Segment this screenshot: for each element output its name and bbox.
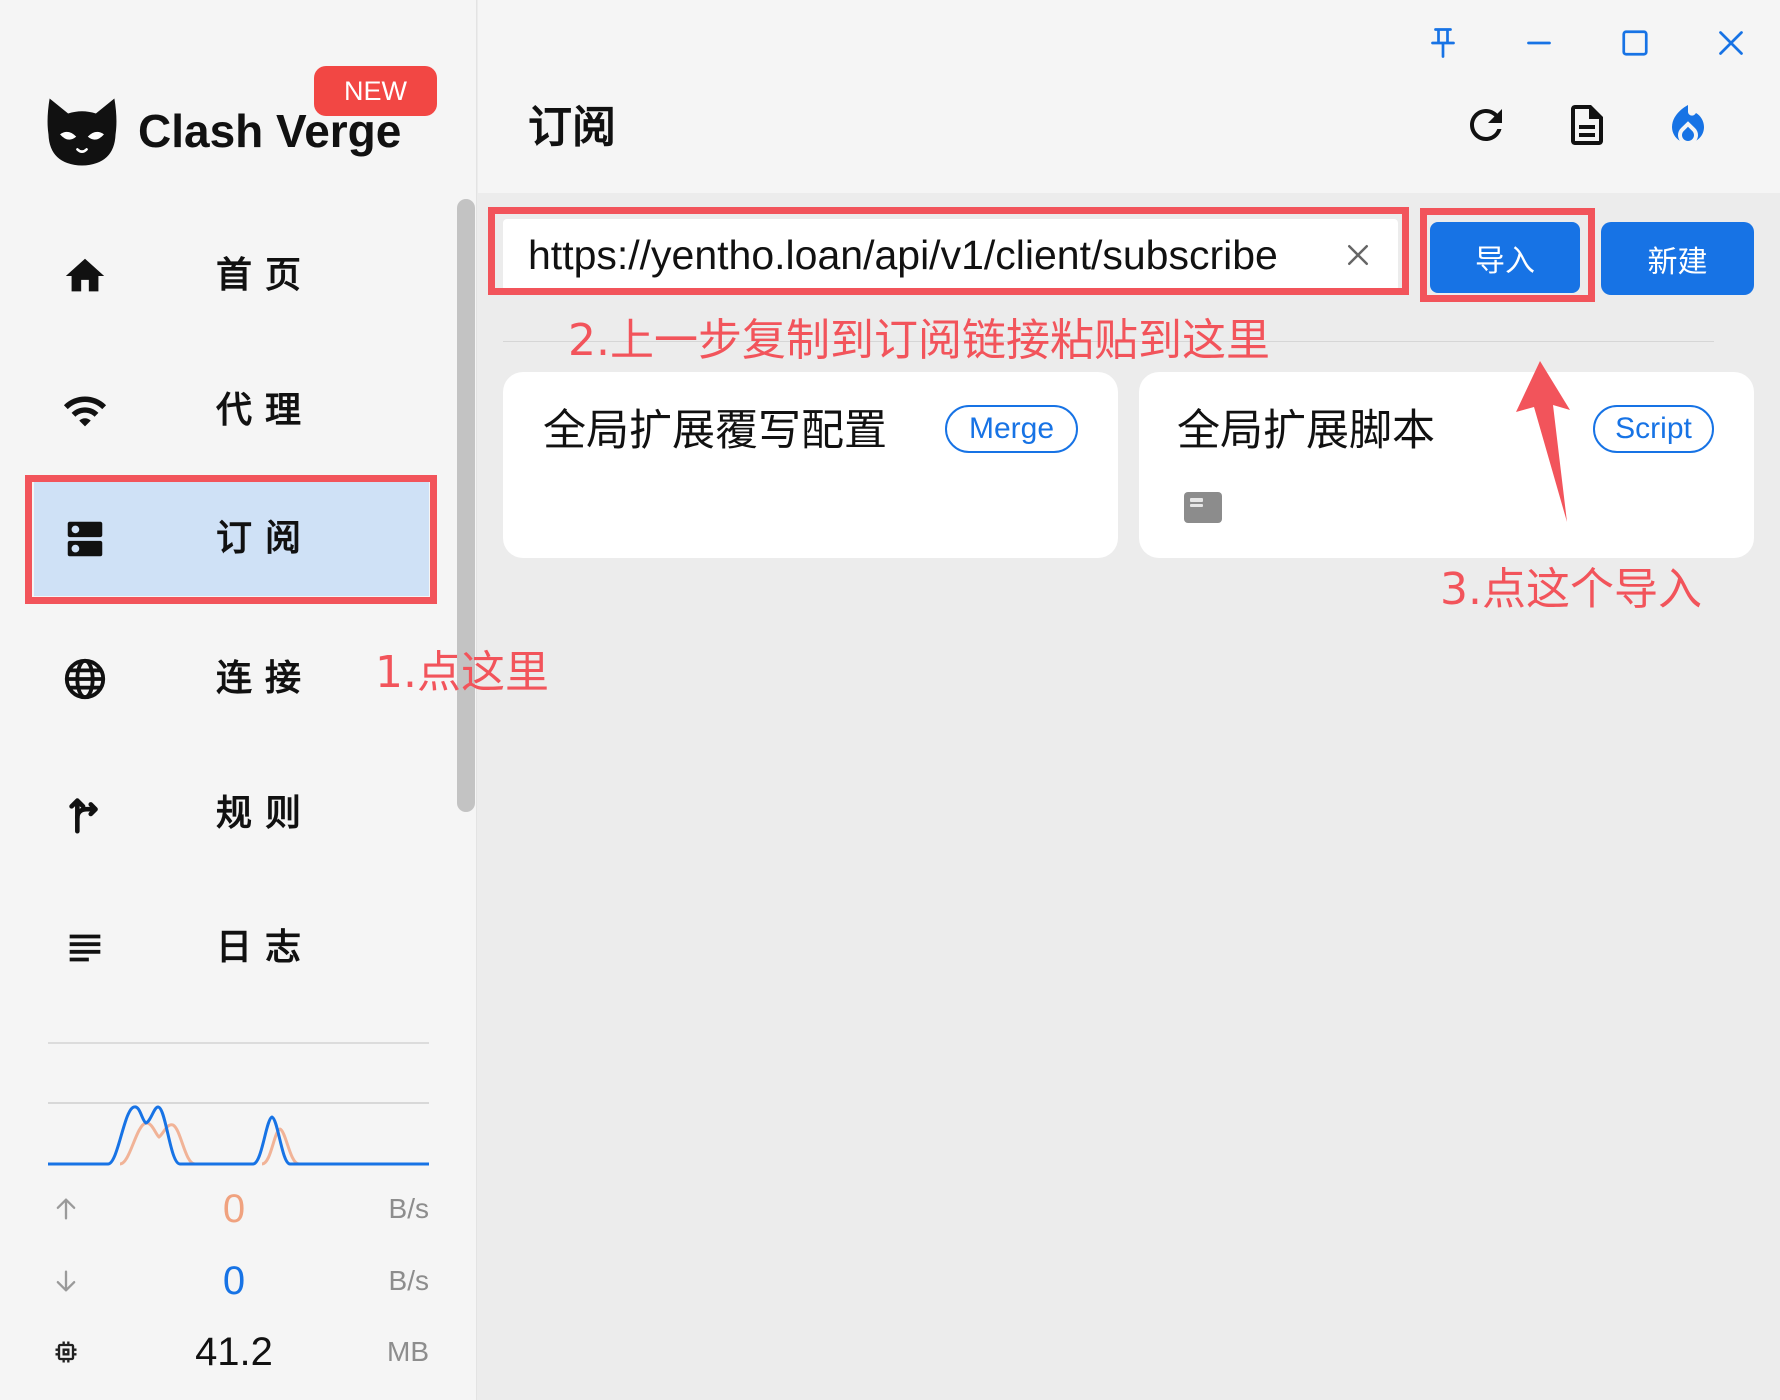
maximize-icon xyxy=(1617,25,1653,61)
pin-button[interactable] xyxy=(1425,25,1461,61)
traffic-graph xyxy=(48,1095,429,1170)
refresh-button[interactable] xyxy=(1462,101,1510,149)
new-badge: NEW xyxy=(314,66,437,116)
profile-type-badge: Merge xyxy=(945,405,1078,453)
download-speed-row: 0 B/s xyxy=(48,1251,429,1311)
upload-speed-unit: B/s xyxy=(388,1193,429,1224)
wifi-icon xyxy=(62,388,108,434)
log-lines-icon xyxy=(62,925,108,971)
content-divider xyxy=(503,341,1714,342)
sidebar-item-label: 首页 xyxy=(216,255,315,296)
subscription-url-input[interactable] xyxy=(503,219,1398,291)
arrow-down-icon xyxy=(52,1267,80,1295)
profile-card-title: 全局扩展覆写配置 xyxy=(543,406,887,456)
memory-chip-icon xyxy=(52,1338,80,1366)
sidebar-item-rules[interactable]: 规则 xyxy=(34,757,429,871)
sidebar-item-profiles[interactable]: 订阅 xyxy=(34,482,429,596)
home-icon xyxy=(62,253,108,299)
fire-icon xyxy=(1664,101,1712,149)
profiles-content: 导入 新建 2.上一步复制到订阅链接粘贴到这里 全局扩展覆写配置 Merge 全… xyxy=(478,193,1780,1400)
file-icon xyxy=(1183,491,1223,524)
pin-icon xyxy=(1425,25,1461,61)
dns-icon xyxy=(62,516,108,562)
maximize-button[interactable] xyxy=(1617,25,1653,61)
sidebar: Clash Verge NEW 首页 代理 订阅 连接 规则 日志 0 B/s … xyxy=(0,0,477,1400)
sidebar-item-home[interactable]: 首页 xyxy=(34,219,429,333)
sidebar-scrollbar-thumb[interactable] xyxy=(457,199,475,812)
sidebar-item-label: 规则 xyxy=(216,793,315,834)
sidebar-item-label: 连接 xyxy=(216,658,315,699)
refresh-icon xyxy=(1462,101,1510,149)
profile-type-badge: Script xyxy=(1593,405,1714,453)
cat-logo-icon xyxy=(45,96,119,168)
close-button[interactable] xyxy=(1713,25,1749,61)
download-speed-value: 0 xyxy=(222,1259,246,1303)
download-speed-unit: B/s xyxy=(388,1265,429,1296)
sidebar-item-proxies[interactable]: 代理 xyxy=(34,354,429,468)
route-icon xyxy=(62,791,108,837)
globe-icon xyxy=(62,656,108,702)
clear-icon xyxy=(1343,240,1373,270)
profile-card-title: 全局扩展脚本 xyxy=(1177,406,1435,456)
upload-speed-value: 0 xyxy=(222,1187,246,1231)
memory-usage-value: 41.2 xyxy=(195,1330,273,1374)
activate-button[interactable] xyxy=(1664,101,1712,149)
annotation-step-3: 3.点这个导入 xyxy=(1440,564,1702,615)
memory-usage-row: 41.2 MB xyxy=(48,1322,429,1382)
download-traffic-line xyxy=(48,1105,429,1166)
clear-input-button[interactable] xyxy=(1343,240,1373,270)
sidebar-divider xyxy=(48,1042,429,1044)
view-config-button[interactable] xyxy=(1563,101,1611,149)
close-icon xyxy=(1713,25,1749,61)
new-profile-button[interactable]: 新建 xyxy=(1601,222,1754,295)
minimize-icon xyxy=(1521,25,1557,61)
sidebar-item-connections[interactable]: 连接 xyxy=(34,622,429,736)
sidebar-item-label: 订阅 xyxy=(216,518,315,559)
memory-usage-unit: MB xyxy=(387,1336,429,1367)
upload-traffic-line xyxy=(119,1121,300,1166)
sidebar-item-label: 日志 xyxy=(216,927,315,968)
sidebar-item-logs[interactable]: 日志 xyxy=(34,891,429,1005)
profile-card-script[interactable]: 全局扩展脚本 Script xyxy=(1139,372,1754,558)
page-title: 订阅 xyxy=(528,102,616,153)
document-icon xyxy=(1563,101,1611,149)
page-header: 订阅 xyxy=(478,0,1780,193)
arrow-up-icon xyxy=(52,1195,80,1223)
sidebar-item-label: 代理 xyxy=(216,390,315,431)
upload-speed-row: 0 B/s xyxy=(48,1179,429,1239)
minimize-button[interactable] xyxy=(1521,25,1557,61)
import-button[interactable]: 导入 xyxy=(1430,222,1580,293)
profile-card-merge[interactable]: 全局扩展覆写配置 Merge xyxy=(503,372,1118,558)
